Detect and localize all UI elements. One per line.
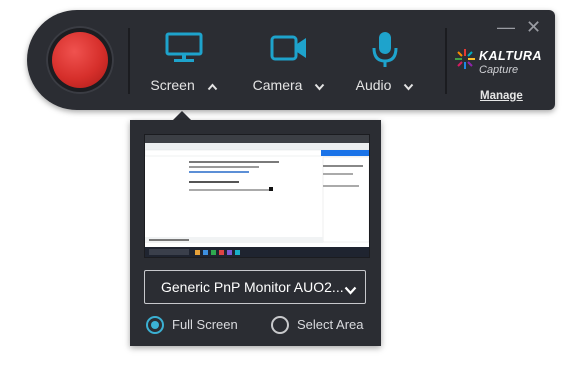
camera-icon [270, 32, 308, 69]
chevron-down-icon [344, 282, 357, 298]
screen-tool-label: Screen [150, 77, 195, 93]
kaltura-logo: KALTURA Capture [454, 46, 546, 94]
camera-tool-label: Camera [252, 77, 303, 93]
capture-toolbar: Screen Camera Audio — ✕ KALTURA Capture … [27, 10, 555, 110]
chevron-up-icon [207, 78, 218, 94]
chevron-down-icon [314, 78, 325, 94]
screen-options-panel: Generic PnP Monitor AUO2... Full Screen … [130, 120, 381, 346]
monitor-icon [165, 32, 203, 69]
radio-indicator [146, 316, 164, 334]
brand-name: KALTURA [479, 49, 542, 63]
select-area-radio[interactable]: Select Area [271, 316, 371, 334]
screen-tool-button[interactable]: Screen [139, 10, 229, 110]
manage-link[interactable]: Manage [480, 90, 523, 102]
chevron-down-icon [403, 78, 414, 94]
full-screen-label: Full Screen [172, 317, 238, 332]
screen-preview-thumbnail[interactable] [144, 134, 370, 258]
camera-tool-button[interactable]: Camera [239, 10, 339, 110]
record-ring [46, 26, 114, 94]
divider [445, 28, 447, 94]
microphone-icon [370, 32, 400, 75]
full-screen-radio[interactable]: Full Screen [146, 316, 246, 334]
audio-tool-button[interactable]: Audio [345, 10, 425, 110]
audio-tool-label: Audio [355, 77, 392, 93]
record-button[interactable] [52, 32, 108, 88]
display-select-value: Generic PnP Monitor AUO2... [161, 279, 344, 295]
select-area-label: Select Area [297, 317, 364, 332]
radio-indicator [271, 316, 289, 334]
kaltura-star-icon [454, 48, 476, 75]
close-button[interactable]: ✕ [526, 18, 541, 36]
divider [128, 28, 130, 94]
brand-subtitle: Capture [479, 64, 519, 76]
minimize-button[interactable]: — [497, 18, 515, 36]
display-select[interactable]: Generic PnP Monitor AUO2... [144, 270, 366, 304]
